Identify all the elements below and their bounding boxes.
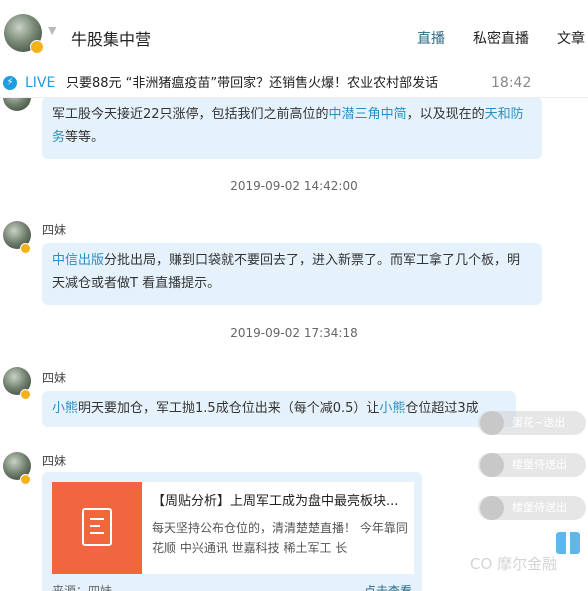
ticker-headline[interactable]: 只要88元 “非洲猪瘟疫苗”带回家？还销售火爆！农业农村部发话 [66,70,438,97]
document-icon [82,508,112,546]
gift-avatar [480,411,504,435]
news-ticker[interactable]: ⚡ LIVE 只要88元 “非洲猪瘟疫苗”带回家？还销售火爆！农业农村部发话 1… [0,70,588,98]
gift-text: 楼堡侍送出 [512,458,567,471]
gift-avatar [480,453,504,477]
tab-articles[interactable]: 文章 [557,28,585,48]
stock-link[interactable]: 中简 [381,107,407,122]
article-source: 来源：四妹 [52,584,113,591]
message-timestamp: 2019-09-02 14:42:00 [230,179,358,193]
stock-link[interactable]: 小熊 [52,401,78,416]
article-thumbnail [52,482,142,574]
message-text: 分批出局，赚到口袋就不要回去了，进入新票了。而军工拿了几个板，明天减仓或者做T … [52,253,521,291]
stock-link[interactable]: 三角 [355,107,381,122]
app-header: ▼ 牛股集中营 直播 私密直播 文章 [0,0,588,71]
tab-live[interactable]: 直播 [417,28,445,48]
gift-avatar [480,496,504,520]
gift-notification: 楼堡侍送出 [478,453,586,477]
message-text: 军工股今天接近22只涨停，包括我们之前高位的 [52,107,329,122]
watermark: CO 摩尔金融 [470,555,558,573]
view-article-link[interactable]: 点击查看 [364,582,412,591]
vip-badge-icon [30,40,44,54]
message-bubble: 军工股今天接近22只涨停，包括我们之前高位的中潜三角中简，以及现在的天和防务等等… [42,97,542,159]
stock-link[interactable]: 中潜 [329,107,355,122]
tab-private-live[interactable]: 私密直播 [473,28,529,48]
vip-badge-icon [20,474,31,485]
gift-notification: 楼堡侍送出 [478,496,586,520]
gift-text: 蛋花~送出 [512,416,566,429]
live-feed[interactable]: 军工股今天接近22只涨停，包括我们之前高位的中潜三角中简，以及现在的天和防务等等… [0,97,588,591]
lightning-icon: ⚡ [3,76,17,90]
gift-box-icon[interactable] [556,532,580,554]
message-bubble: 小熊明天要加仓，军工抛1.5成仓位出来（每个减0.5）让小熊仓位超过3成 [42,391,516,427]
article-card[interactable]: 【周贴分析】上周军工成为盘中最亮板块... 每天坚持公布仓位的，清清楚楚直播！ … [42,472,422,591]
message-text: 仓位超过3成 [405,401,479,416]
sender-name: 四妹 [42,454,67,468]
stock-link[interactable]: 小熊 [379,401,405,416]
vip-badge-icon [20,243,31,254]
avatar[interactable] [3,97,31,111]
message-text: ，以及现在的 [406,107,485,122]
chevron-down-icon[interactable]: ▼ [48,24,56,37]
channel-title: 牛股集中营 [71,30,152,49]
sender-name: 四妹 [42,371,67,385]
message-bubble: 中信出版分批出局，赚到口袋就不要回去了，进入新票了。而军工拿了几个板，明天减仓或… [42,243,542,305]
message-text: 明天要加仓，军工抛1.5成仓位出来（每个减0.5）让 [78,401,380,416]
ticker-time: 18:42 [491,75,532,91]
message-text: 等等。 [65,130,105,145]
live-label: LIVE [25,75,56,91]
stock-link[interactable]: 中信出版 [52,253,104,268]
sender-name: 四妹 [42,223,67,237]
gift-text: 楼堡侍送出 [512,501,567,514]
article-card-body[interactable]: 【周贴分析】上周军工成为盘中最亮板块... 每天坚持公布仓位的，清清楚楚直播！ … [52,482,414,574]
article-description: 每天坚持公布仓位的，清清楚楚直播！ 今年靠同花顺 中兴通讯 世嘉科技 稀土军工 … [152,521,408,555]
vip-badge-icon [20,389,31,400]
gift-notification: 蛋花~送出 [478,411,586,435]
message-timestamp: 2019-09-02 17:34:18 [230,326,358,340]
article-title[interactable]: 【周贴分析】上周军工成为盘中最亮板块... [152,490,410,509]
